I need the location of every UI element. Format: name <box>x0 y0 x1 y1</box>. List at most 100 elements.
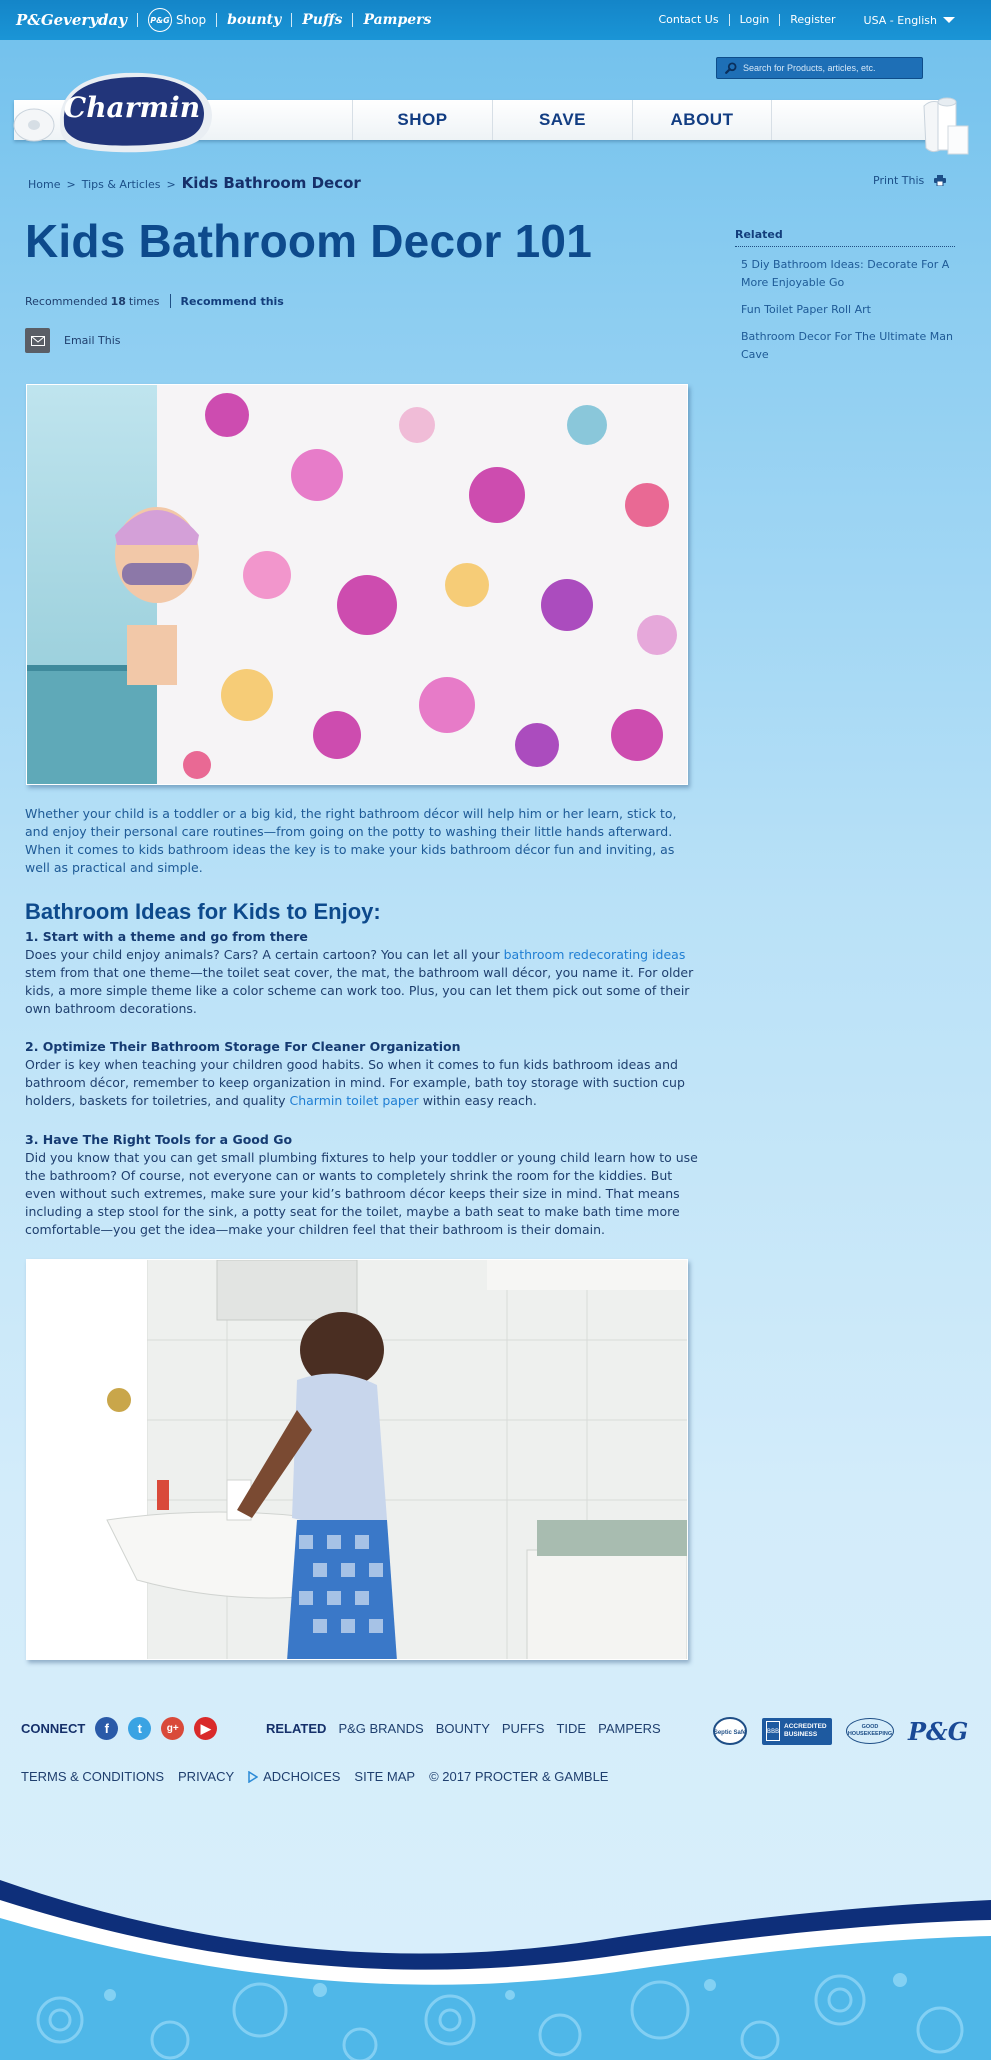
toilet-roll-icon <box>13 108 55 142</box>
recommend-button[interactable]: Recommend this <box>181 295 284 308</box>
breadcrumb-home[interactable]: Home <box>28 178 60 191</box>
bathroom-redecorating-ideas-link[interactable]: bathroom redecorating ideas <box>504 947 686 962</box>
brand-link-pgshop[interactable]: P&G Shop <box>147 8 207 32</box>
main-nav: SHOP SAVE ABOUT <box>352 100 772 140</box>
sink-image-graphic <box>27 1260 687 1659</box>
footer-link-pg-brands[interactable]: P&G BRANDS <box>338 1721 423 1736</box>
separator <box>216 13 218 27</box>
nav-about[interactable]: ABOUT <box>632 100 772 140</box>
good-housekeeping-badge: GOOD HOUSEKEEPING <box>846 1718 894 1744</box>
separator <box>136 13 138 27</box>
adchoices-link[interactable]: ADCHOICES <box>248 1769 340 1784</box>
print-button[interactable]: Print This <box>873 174 947 187</box>
tip-2-text-cont: within easy reach. <box>422 1093 537 1108</box>
brand-link-puffs[interactable]: Puffs <box>302 12 342 28</box>
recommended-suffix: times <box>128 294 160 308</box>
trust-badges: Septic Safe BBB ACCREDITED BUSINESS GOOD… <box>712 1716 968 1746</box>
charmin-logo[interactable]: Charmin <box>52 67 218 153</box>
recommended-count: 18 <box>110 294 126 308</box>
hero-image-shower-curtain <box>26 384 688 785</box>
pg-badge-icon: P&G <box>147 8 172 32</box>
search-input[interactable] <box>743 63 913 73</box>
google-plus-icon[interactable]: g+ <box>161 1717 185 1740</box>
footer-link-puffs[interactable]: PUFFS <box>502 1721 545 1736</box>
print-label: Print This <box>873 174 925 187</box>
breadcrumb: Home > Tips & Articles > Kids Bathroom D… <box>28 174 361 192</box>
email-label: Email This <box>64 334 121 347</box>
page-title: Kids Bathroom Decor 101 <box>25 215 592 267</box>
tip-3-text: Did you know that you can get small plum… <box>25 1150 698 1237</box>
hero-image-graphic <box>27 385 687 784</box>
twitter-icon[interactable]: t <box>128 1717 152 1740</box>
related-link[interactable]: 5 Diy Bathroom Ideas: Decorate For A Mor… <box>735 256 955 292</box>
separator <box>291 13 293 27</box>
image-boy-at-sink <box>26 1259 688 1660</box>
email-button[interactable]: Email This <box>25 328 121 353</box>
footer-link-pampers[interactable]: PAMPERS <box>598 1721 661 1736</box>
adchoices-icon <box>248 1770 259 1783</box>
register-link[interactable]: Register <box>780 14 845 26</box>
social-connect: CONNECT f t g+ ▶ <box>21 1717 227 1740</box>
search-icon <box>725 62 737 74</box>
related-heading: Related <box>735 228 955 247</box>
legal-links: TERMS & CONDITIONS PRIVACY ADCHOICES SIT… <box>21 1769 608 1784</box>
adchoices-label: ADCHOICES <box>263 1769 341 1784</box>
tip-1-title: 1. Start with a theme and go from there <box>25 929 308 944</box>
toilet-roll-icon <box>923 97 969 155</box>
youtube-icon[interactable]: ▶ <box>194 1717 218 1740</box>
privacy-link[interactable]: PRIVACY <box>178 1769 234 1784</box>
separator <box>352 13 354 27</box>
breadcrumb-current: Kids Bathroom Decor <box>181 174 361 192</box>
tip-2: 2. Optimize Their Bathroom Storage For C… <box>25 1038 700 1110</box>
facebook-icon[interactable]: f <box>95 1717 119 1740</box>
bbb-accredited-badge: BBB ACCREDITED BUSINESS <box>762 1717 832 1745</box>
top-bar: P&Geveryday P&G Shop bounty Puffs Pamper… <box>0 0 991 40</box>
search-box <box>716 57 923 79</box>
recommend-meta: Recommended 18 times Recommend this <box>25 294 284 308</box>
tip-3: 3. Have The Right Tools for a Good Go Di… <box>25 1131 700 1239</box>
intro-paragraph: Whether your child is a toddler or a big… <box>25 806 677 875</box>
logo-text: Charmin <box>64 91 200 124</box>
related-link[interactable]: Fun Toilet Paper Roll Art <box>735 301 955 319</box>
brand-link-bounty[interactable]: bounty <box>227 12 281 28</box>
recommended-prefix: Recommended <box>25 294 108 308</box>
footer-link-bounty[interactable]: BOUNTY <box>436 1721 490 1736</box>
pg-logo: P&G <box>908 1716 969 1746</box>
septic-safe-badge: Septic Safe <box>713 1717 747 1745</box>
brand-link-pgeveryday[interactable]: P&Geveryday <box>16 11 127 29</box>
decorative-wave-footer <box>0 1880 991 2060</box>
utility-nav: Contact Us Login Register USA - English <box>648 0 955 40</box>
brand-link-pampers[interactable]: Pampers <box>363 12 431 28</box>
charmin-toilet-paper-link[interactable]: Charmin toilet paper <box>290 1093 419 1108</box>
locale-selector[interactable]: USA - English <box>864 14 955 27</box>
bbb-label: ACCREDITED BUSINESS <box>784 1723 827 1738</box>
pgshop-label: Shop <box>175 13 207 27</box>
breadcrumb-tips[interactable]: Tips & Articles <box>82 178 161 191</box>
tip-1: 1. Start with a theme and go from there … <box>25 928 700 1018</box>
connect-label: CONNECT <box>21 1721 86 1736</box>
tip-1-text: Does your child enjoy animals? Cars? A c… <box>25 947 500 962</box>
footer-link-tide[interactable]: TIDE <box>556 1721 586 1736</box>
bbb-icon: BBB <box>766 1721 780 1741</box>
printer-icon <box>934 175 947 186</box>
tip-1-text-cont: stem from that one theme—the toilet seat… <box>25 965 694 1016</box>
tip-3-title: 3. Have The Right Tools for a Good Go <box>25 1132 293 1147</box>
chevron-down-icon <box>943 17 955 23</box>
contact-us-link[interactable]: Contact Us <box>648 14 730 26</box>
related-link[interactable]: Bathroom Decor For The Ultimate Man Cave <box>735 328 955 364</box>
footer-related-links: RELATED P&G BRANDS BOUNTY PUFFS TIDE PAM… <box>266 1721 661 1736</box>
nav-save[interactable]: SAVE <box>492 100 632 140</box>
section-title: Bathroom Ideas for Kids to Enjoy: <box>25 899 381 924</box>
tip-2-title: 2. Optimize Their Bathroom Storage For C… <box>25 1039 461 1054</box>
terms-link[interactable]: TERMS & CONDITIONS <box>21 1769 164 1784</box>
copyright: © 2017 PROCTER & GAMBLE <box>429 1769 609 1784</box>
breadcrumb-separator: > <box>166 178 176 191</box>
divider <box>169 294 171 308</box>
septic-safe-label: Septic Safe <box>714 1730 747 1736</box>
envelope-icon <box>25 328 50 353</box>
related-label: RELATED <box>266 1721 327 1736</box>
login-link[interactable]: Login <box>730 14 781 26</box>
nav-shop[interactable]: SHOP <box>352 100 492 140</box>
locale-label: USA - English <box>863 13 937 27</box>
site-map-link[interactable]: SITE MAP <box>354 1769 415 1784</box>
